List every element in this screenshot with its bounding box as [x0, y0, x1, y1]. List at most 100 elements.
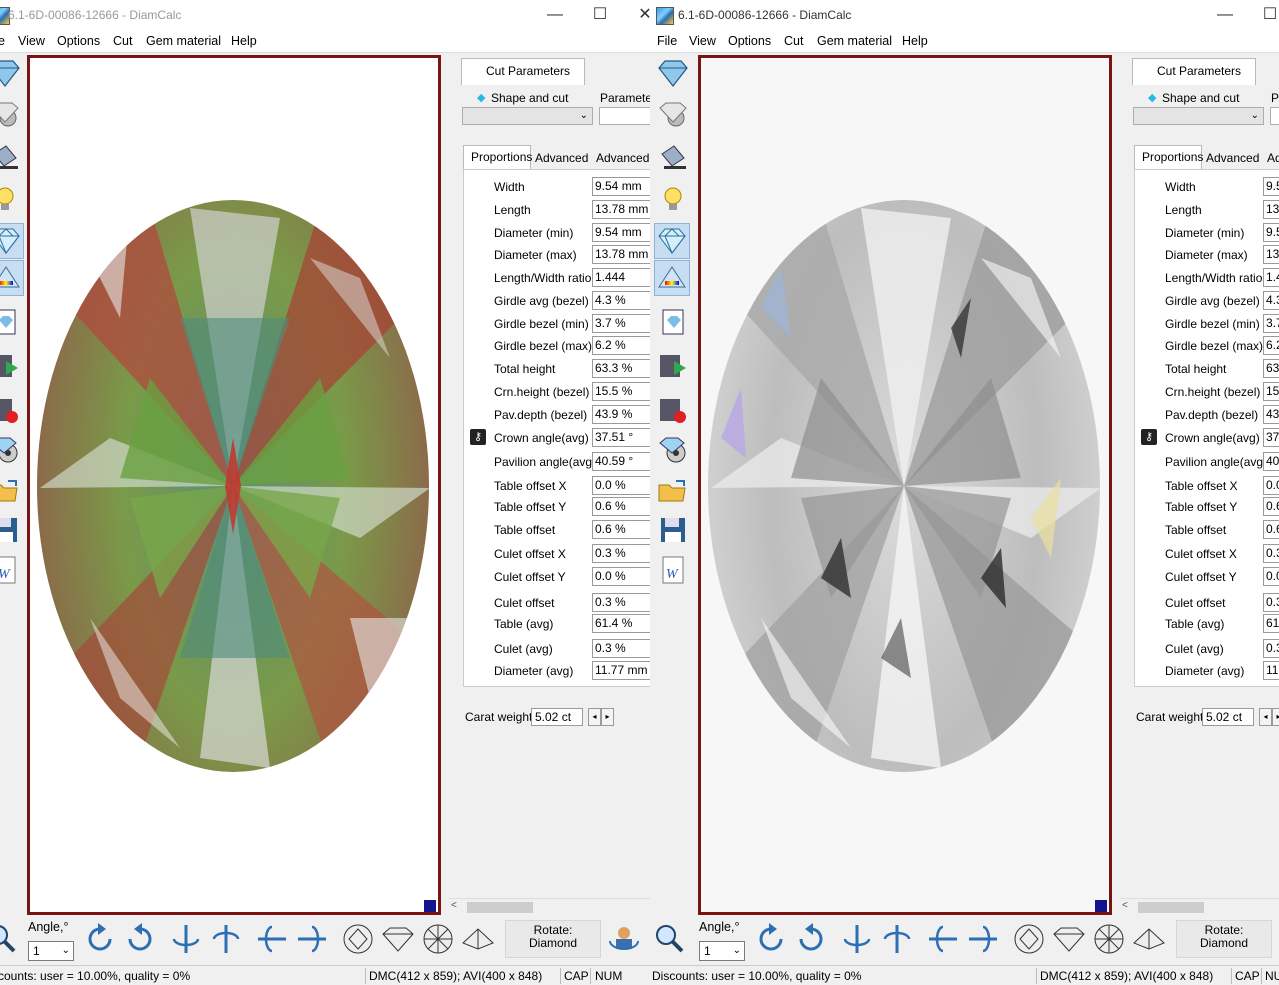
report-icon[interactable]	[0, 305, 22, 339]
menu-help[interactable]: Help	[231, 34, 257, 48]
flip-horizontal-down-icon[interactable]	[294, 921, 330, 957]
proportion-value-field[interactable]: 9.5	[1263, 223, 1279, 242]
zoom-icon[interactable]	[652, 921, 688, 957]
lock-parameter-icon[interactable]: ⚷	[1141, 429, 1157, 445]
menu-gem-material[interactable]: Gem material	[817, 34, 892, 48]
menu-view[interactable]: View	[689, 34, 716, 48]
paint-bucket-icon[interactable]	[656, 140, 690, 174]
carat-increase-button[interactable]: ▸	[601, 708, 614, 726]
proportion-value-field[interactable]: 43	[1263, 405, 1279, 424]
proportion-value-field[interactable]: 13.78 mm	[592, 200, 650, 219]
rotate-left-icon[interactable]	[82, 921, 118, 957]
proportion-value-field[interactable]: 40	[1263, 452, 1279, 471]
menu-cut[interactable]: Cut	[113, 34, 132, 48]
flip-horizontal-up-icon[interactable]	[254, 921, 290, 957]
menu-gem-material[interactable]: Gem material	[146, 34, 221, 48]
proportion-value-field[interactable]: 0.3	[1263, 544, 1279, 563]
proportion-value-field[interactable]: 63	[1263, 359, 1279, 378]
tab-cut-parameters[interactable]: Cut Parameters	[1132, 58, 1256, 85]
minimize-button[interactable]: —	[540, 4, 570, 26]
proportion-value-field[interactable]: 13.78 mm	[592, 245, 650, 264]
proportion-value-field[interactable]: 4.3	[1263, 291, 1279, 310]
pavilion-icon[interactable]	[0, 98, 22, 132]
bottom-view-icon[interactable]	[420, 921, 456, 957]
proportion-value-field[interactable]: 3.7 %	[592, 314, 650, 333]
paint-bucket-icon[interactable]	[0, 140, 22, 174]
proportion-value-field[interactable]: 15	[1263, 382, 1279, 401]
save-disk-icon[interactable]	[0, 513, 22, 547]
carat-decrease-button[interactable]: ◂	[588, 708, 601, 726]
menu-options[interactable]: Options	[57, 34, 100, 48]
proportion-value-field[interactable]: 37	[1263, 428, 1279, 447]
film-reel-icon[interactable]	[656, 433, 690, 467]
flip-horizontal-down-icon[interactable]	[965, 921, 1001, 957]
proportion-value-field[interactable]: 11	[1263, 661, 1279, 680]
proportion-value-field[interactable]: 0.6	[1263, 497, 1279, 516]
tab-cut-parameters[interactable]: Cut Parameters	[461, 58, 585, 85]
proportion-value-field[interactable]: 13	[1263, 200, 1279, 219]
side-view-icon[interactable]	[380, 921, 416, 957]
angle-select[interactable]: 1 ⌄	[28, 941, 74, 961]
proportion-value-field[interactable]: 0.3 %	[592, 593, 650, 612]
light-bulb-icon[interactable]	[656, 182, 690, 216]
save-disk-icon[interactable]	[656, 513, 690, 547]
proportion-value-field[interactable]: 6.2	[1263, 336, 1279, 355]
proportion-value-field[interactable]: 37.51 °	[592, 428, 650, 447]
proportion-value-field[interactable]: 6.2 %	[592, 336, 650, 355]
diamond-viewport[interactable]	[27, 55, 441, 915]
open-folder-icon[interactable]	[656, 473, 690, 507]
flip-vertical-right-icon[interactable]	[879, 921, 915, 957]
report-icon[interactable]	[656, 305, 690, 339]
parameters-select[interactable]	[1270, 107, 1279, 125]
panel-horizontal-scrollbar[interactable]: <	[449, 898, 650, 913]
tab-proportions[interactable]: Proportions	[463, 145, 532, 170]
carat-weight-field[interactable]: 5.02 ct	[531, 708, 583, 726]
menu-file[interactable]: e	[0, 34, 5, 48]
angle-select[interactable]: 1 ⌄	[699, 941, 745, 961]
diamond-view-icon[interactable]	[656, 56, 690, 90]
proportion-value-field[interactable]: 61	[1263, 614, 1279, 633]
rotate-viewer-icon[interactable]	[606, 921, 642, 957]
pavilion-icon[interactable]	[656, 98, 690, 132]
diamond-viewport[interactable]	[698, 55, 1112, 915]
tab-advanced-1[interactable]: Advanced	[535, 151, 588, 165]
proportion-value-field[interactable]: 0.3	[1263, 593, 1279, 612]
proportion-value-field[interactable]: 11.77 mm	[592, 661, 650, 680]
proportion-value-field[interactable]: 0.3	[1263, 639, 1279, 658]
flip-vertical-right-icon[interactable]	[208, 921, 244, 957]
tab-advanced-2[interactable]: Ad	[1267, 151, 1279, 165]
rotate-mode-indicator[interactable]: Rotate: Diamond	[505, 920, 601, 958]
panel-horizontal-scrollbar[interactable]: <	[1120, 898, 1279, 913]
spectrum-icon[interactable]	[0, 260, 24, 296]
proportion-value-field[interactable]: 15.5 %	[592, 382, 650, 401]
proportion-value-field[interactable]: 9.54 mm	[592, 177, 650, 196]
tab-advanced-2[interactable]: Advanced	[596, 151, 649, 165]
perspective-view-icon[interactable]	[1131, 921, 1167, 957]
menu-help[interactable]: Help	[902, 34, 928, 48]
proportion-value-field[interactable]: 0.6 %	[592, 497, 650, 516]
tab-proportions[interactable]: Proportions	[1134, 145, 1203, 170]
flip-vertical-left-icon[interactable]	[839, 921, 875, 957]
carat-increase-button[interactable]: ▸	[1272, 708, 1279, 726]
film-reel-icon[interactable]	[0, 433, 22, 467]
proportion-value-field[interactable]: 0.0 %	[592, 567, 650, 586]
proportion-value-field[interactable]: 0.0 %	[592, 476, 650, 495]
menu-cut[interactable]: Cut	[784, 34, 803, 48]
proportion-value-field[interactable]: 9.54 mm	[592, 223, 650, 242]
proportion-value-field[interactable]: 1.4	[1263, 268, 1279, 287]
proportion-value-field[interactable]: 13	[1263, 245, 1279, 264]
side-view-icon[interactable]	[1051, 921, 1087, 957]
rotate-left-icon[interactable]	[753, 921, 789, 957]
play-video-icon[interactable]	[656, 349, 690, 383]
shape-and-cut-select[interactable]: ⌄	[1133, 107, 1264, 125]
rotate-right-icon[interactable]	[122, 921, 158, 957]
proportion-value-field[interactable]: 0.0	[1263, 567, 1279, 586]
proportion-value-field[interactable]: 43.9 %	[592, 405, 650, 424]
record-video-icon[interactable]	[0, 393, 22, 427]
spectrum-icon[interactable]	[654, 260, 690, 296]
zoom-icon[interactable]	[0, 921, 20, 957]
proportion-value-field[interactable]: 61.4 %	[592, 614, 650, 633]
perspective-view-icon[interactable]	[460, 921, 496, 957]
open-folder-icon[interactable]	[0, 473, 22, 507]
top-view-icon[interactable]	[340, 921, 376, 957]
